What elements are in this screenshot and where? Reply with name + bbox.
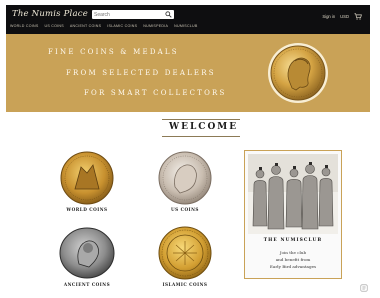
numisclub-title: THE NUMISCLUB bbox=[263, 238, 323, 243]
search-box[interactable] bbox=[92, 10, 174, 19]
category-label: ISLAMIC COINS bbox=[162, 282, 208, 287]
nav-item-islamic-coins[interactable]: ISLAMIC COINS bbox=[107, 24, 137, 28]
category-us-coins[interactable]: US COINS bbox=[150, 149, 220, 219]
numisclub-illustration bbox=[248, 154, 338, 234]
welcome-rule-bottom bbox=[162, 136, 240, 137]
cart-icon[interactable] bbox=[354, 13, 362, 20]
nav-item-ancient-coins[interactable]: ANCIENT COINS bbox=[70, 24, 101, 28]
category-world-coins[interactable]: WORLD COINS bbox=[52, 149, 122, 219]
chat-widget-icon[interactable] bbox=[360, 284, 368, 292]
nav-item-us-coins[interactable]: US COINS bbox=[45, 24, 64, 28]
us-coin-icon bbox=[158, 151, 212, 205]
search-icon[interactable] bbox=[165, 11, 172, 18]
numisclub-card[interactable]: THE NUMISCLUB Join the club and benefit … bbox=[244, 150, 342, 279]
top-navigation-bar: The Numis Place WORLD COINS US COINS ANC… bbox=[6, 5, 370, 34]
banner-line-2: FROM SELECTED DEALERS bbox=[66, 69, 216, 77]
hero-banner: FINE COINS & MEDALS FROM SELECTED DEALER… bbox=[6, 34, 370, 112]
welcome-heading: WELCOME bbox=[169, 122, 239, 132]
sign-in-link[interactable]: Sign in bbox=[322, 14, 335, 19]
category-label: WORLD COINS bbox=[66, 207, 108, 212]
welcome-rule-top bbox=[162, 119, 240, 120]
category-label: US COINS bbox=[171, 207, 199, 212]
banner-line-3: FOR SMART COLLECTORS bbox=[84, 89, 227, 97]
ancient-coin-icon bbox=[59, 227, 115, 279]
currency-selector[interactable]: USD bbox=[340, 14, 349, 19]
hero-coin-image bbox=[268, 43, 328, 103]
nav-item-numispedia[interactable]: NUMISPEDIA bbox=[143, 24, 168, 28]
nav-item-numisclub[interactable]: NUMISCLUB bbox=[174, 24, 197, 28]
main-nav: WORLD COINS US COINS ANCIENT COINS ISLAM… bbox=[10, 24, 198, 28]
numisclub-text-3: Early Bird advantages bbox=[269, 264, 317, 269]
world-coin-icon bbox=[60, 151, 114, 205]
category-ancient-coins[interactable]: ANCIENT COINS bbox=[52, 224, 122, 294]
numisclub-text-1: Join the club bbox=[279, 250, 307, 255]
category-islamic-coins[interactable]: ISLAMIC COINS bbox=[150, 224, 220, 294]
numisclub-text-2: and benefit from bbox=[275, 257, 311, 262]
site-logo[interactable]: The Numis Place bbox=[12, 9, 88, 19]
page-frame: The Numis Place WORLD COINS US COINS ANC… bbox=[6, 5, 370, 294]
nav-item-world-coins[interactable]: WORLD COINS bbox=[10, 24, 39, 28]
search-input[interactable] bbox=[94, 10, 160, 19]
islamic-coin-icon bbox=[158, 226, 212, 280]
category-label: ANCIENT COINS bbox=[63, 282, 111, 287]
banner-line-1: FINE COINS & MEDALS bbox=[48, 48, 179, 56]
utility-links: Sign in USD bbox=[322, 13, 362, 20]
